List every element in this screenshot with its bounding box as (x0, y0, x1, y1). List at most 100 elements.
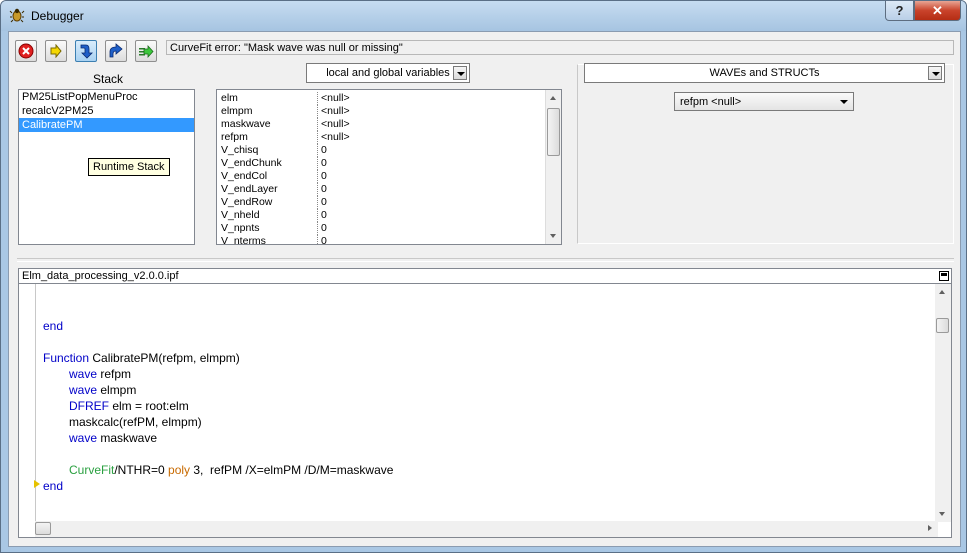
variable-row[interactable]: V_npnts 0 (217, 222, 561, 235)
question-icon: ? (895, 3, 904, 18)
step-out-button[interactable] (135, 40, 157, 62)
scroll-up-icon[interactable] (546, 90, 561, 106)
go-button[interactable] (45, 40, 67, 62)
close-icon: ✕ (932, 2, 943, 18)
scroll-down-icon[interactable] (546, 228, 561, 244)
variable-row[interactable]: V_endLayer 0 (217, 183, 561, 196)
variable-name: elmpm (221, 105, 253, 117)
code-text: elmpm (97, 383, 137, 397)
code-keyword: Function (43, 351, 90, 365)
variable-value: <null> (317, 118, 350, 131)
code-keyword: wave (69, 367, 98, 381)
chevron-down-icon[interactable] (837, 95, 851, 109)
code-line: end (43, 318, 63, 334)
code-line: wave elmpm (69, 382, 136, 398)
variable-row[interactable]: V_endCol 0 (217, 170, 561, 183)
variable-name: refpm (221, 131, 248, 143)
splitter[interactable] (17, 258, 954, 262)
code-line: wave maskwave (69, 430, 157, 446)
variables-scope-label: local and global variables (326, 67, 450, 79)
scroll-thumb[interactable] (547, 108, 560, 156)
variable-row[interactable]: V_endRow 0 (217, 196, 561, 209)
step-over-button[interactable] (105, 40, 127, 62)
variables-scrollbar[interactable] (545, 90, 561, 244)
variable-value: <null> (317, 131, 350, 144)
variable-value: 0 (317, 183, 327, 196)
variable-row[interactable]: V_endChunk 0 (217, 157, 561, 170)
variable-row[interactable]: elmpm <null> (217, 105, 561, 118)
scroll-thumb[interactable] (35, 522, 51, 535)
stack-item[interactable]: recalcV2PM25 (19, 104, 194, 118)
editor-hscrollbar[interactable] (35, 521, 938, 537)
error-message: CurveFit error: "Mask wave was null or m… (166, 40, 954, 55)
variable-row[interactable]: elm <null> (217, 92, 561, 105)
stack-item[interactable]: PM25ListPopMenuProc (19, 90, 194, 104)
wave-selector-value: refpm <null> (680, 96, 742, 108)
variable-value: 0 (317, 196, 327, 209)
variable-row[interactable]: V_nheld 0 (217, 209, 561, 222)
variable-value: <null> (317, 105, 350, 118)
step-into-icon (80, 44, 93, 59)
go-arrow-icon (50, 44, 62, 58)
stack-label: Stack (93, 72, 124, 86)
waves-structs-label: WAVEs and STRUCTs (709, 67, 820, 79)
stack-item-selected[interactable]: CalibratePM (19, 118, 194, 132)
code-text: maskcalc(refPM, elmpm) (69, 415, 202, 429)
code-text: refpm (97, 367, 132, 381)
runtime-stack-tooltip: Runtime Stack (88, 158, 170, 176)
variable-name: V_endCol (221, 170, 268, 182)
variable-value: 0 (317, 235, 327, 244)
code-text: /NTHR=0 (114, 463, 169, 477)
variable-name: maskwave (221, 118, 271, 130)
code-text: elm = root:elm (109, 399, 189, 413)
code-editor[interactable]: end Function CalibratePM(refpm, elmpm) w… (18, 284, 952, 538)
variable-name: V_endLayer (221, 183, 278, 195)
execution-pointer-icon (34, 480, 40, 488)
variable-value: 0 (317, 157, 327, 170)
chevron-down-icon[interactable] (928, 66, 942, 80)
variable-name: V_endChunk (221, 157, 282, 169)
variable-row[interactable]: refpm <null> (217, 131, 561, 144)
code-keyword: wave (69, 383, 98, 397)
scroll-right-icon[interactable] (922, 521, 938, 537)
variable-value: 0 (317, 144, 327, 157)
scroll-down-icon[interactable] (935, 506, 950, 522)
variables-list[interactable]: elm <null> elmpm <null> maskwave <null> refpm <… (216, 89, 562, 245)
variable-value: 0 (317, 222, 327, 235)
step-into-button[interactable] (75, 40, 97, 62)
code-line: wave refpm (69, 366, 131, 382)
code-line: end (43, 478, 63, 494)
variables-scope-dropdown[interactable]: local and global variables (306, 63, 470, 83)
code-line: maskcalc(refPM, elmpm) (69, 414, 202, 430)
window-title: Debugger (31, 9, 84, 23)
variable-name: V_nterms (221, 235, 266, 245)
variable-row[interactable]: V_nterms 0 (217, 235, 561, 245)
code-text: 3, refPM /X=elmPM /D/M=maskwave (190, 463, 394, 477)
code-line: Function CalibratePM(refpm, elmpm) (43, 350, 240, 366)
maximize-icon[interactable] (939, 271, 949, 281)
variable-row[interactable]: maskwave <null> (217, 118, 561, 131)
code-line-current: CurveFit/NTHR=0 poly 3, refPM /X=elmPM /… (69, 462, 393, 478)
debugger-window: Debugger ? ✕ CurveFit error: "Mask wave … (0, 0, 967, 553)
variable-name: V_nheld (221, 209, 260, 221)
chevron-down-icon[interactable] (453, 66, 467, 80)
code-keyword: poly (168, 463, 191, 477)
variable-value: <null> (317, 92, 350, 105)
step-out-icon (139, 44, 154, 59)
editor-header: Elm_data_processing_v2.0.0.ipf (18, 268, 952, 284)
stop-icon (18, 43, 34, 59)
scroll-up-icon[interactable] (935, 284, 950, 300)
variable-row[interactable]: V_chisq 0 (217, 144, 561, 157)
code-keyword: DFREF (69, 399, 109, 413)
code-keyword: end (43, 479, 64, 493)
close-button[interactable]: ✕ (914, 1, 961, 21)
help-button[interactable]: ? (885, 1, 914, 21)
variable-name: V_npnts (221, 222, 260, 234)
waves-structs-dropdown[interactable]: WAVEs and STRUCTs (584, 63, 945, 83)
editor-vscrollbar[interactable] (935, 284, 951, 522)
code-text: CalibratePM(refpm, elmpm) (89, 351, 240, 365)
stop-button[interactable] (15, 40, 37, 62)
title-bar[interactable]: Debugger ? ✕ (1, 1, 966, 31)
scroll-thumb[interactable] (936, 318, 949, 333)
wave-selector[interactable]: refpm <null> (674, 92, 854, 111)
